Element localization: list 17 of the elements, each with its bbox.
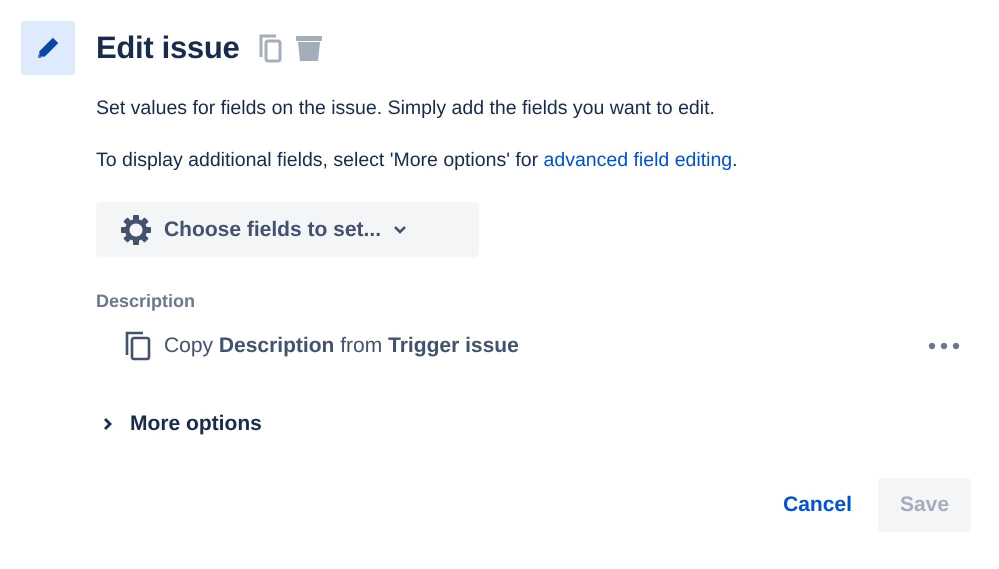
- chevron-down-icon: [393, 224, 408, 234]
- choose-fields-button[interactable]: Choose fields to set...: [96, 202, 479, 257]
- field-action-text: Copy Description from Trigger issue: [164, 334, 520, 358]
- pencil-icon: [21, 21, 75, 75]
- field-label: Description: [96, 291, 196, 312]
- panel-title: Edit issue: [96, 30, 240, 66]
- copy-icon: [124, 330, 152, 362]
- more-options-toggle[interactable]: More options: [96, 412, 262, 436]
- trash-icon[interactable]: [295, 33, 324, 63]
- copy-icon[interactable]: [257, 33, 284, 63]
- description-text: Set values for fields on the issue. Simply add the fields you want to edit.: [96, 96, 716, 121]
- advanced-editing-link[interactable]: advanced field editing: [544, 149, 732, 171]
- more-icon[interactable]: [928, 342, 960, 350]
- settings-icon: [120, 214, 152, 246]
- advanced-note: To display additional fields, select 'More options' for advanced field editing.: [96, 148, 739, 173]
- cancel-button[interactable]: Cancel: [783, 478, 852, 532]
- chevron-icon: [102, 417, 114, 431]
